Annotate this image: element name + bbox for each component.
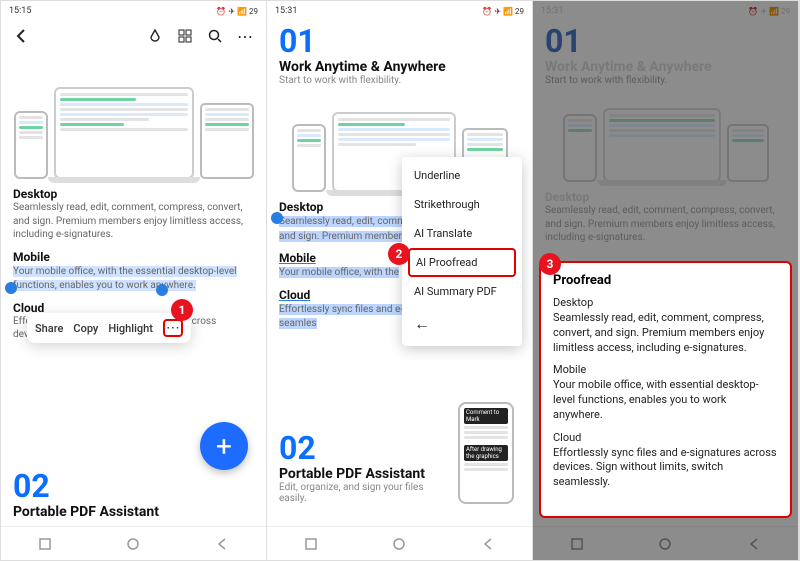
section-02: 02 Portable PDF Assistant Edit, organize… bbox=[279, 432, 442, 510]
section-01-sub: Start to work with flexibility. bbox=[279, 75, 520, 86]
status-bar: 15:15 ⏰ ✈ 📶 29 bbox=[1, 1, 266, 19]
menu-ai-proofread[interactable]: AI Proofread bbox=[408, 248, 516, 277]
phone-panel-2: 15:31 ⏰ ✈ 📶 29 01 Work Anytime & Anywher… bbox=[267, 1, 533, 560]
tablet-mock-icon bbox=[200, 103, 254, 179]
sheet-desktop: DesktopSeamlessly read, edit, comment, c… bbox=[553, 296, 778, 355]
nav-home-icon[interactable] bbox=[124, 535, 142, 553]
big-num-02: 02 bbox=[13, 470, 159, 502]
grid-icon[interactable] bbox=[174, 25, 196, 47]
text-desktop: Seamlessly read, edit, comment, compress… bbox=[13, 201, 254, 242]
popup-copy[interactable]: Copy bbox=[73, 322, 98, 335]
popup-share[interactable]: Share bbox=[35, 322, 63, 335]
section-01-title: Work Anytime & Anywhere bbox=[279, 59, 520, 75]
text-mobile-selected[interactable]: Your mobile office, with the bbox=[279, 267, 399, 278]
nav-recent-icon[interactable] bbox=[36, 535, 54, 553]
menu-back-icon[interactable]: ← bbox=[402, 306, 522, 342]
menu-underline[interactable]: Underline bbox=[402, 161, 522, 190]
selection-popup: Share Copy Highlight ⋯ bbox=[27, 313, 191, 343]
phone-mock-icon bbox=[292, 124, 326, 192]
ink-icon[interactable] bbox=[144, 25, 166, 47]
system-nav bbox=[267, 526, 532, 560]
step-badge-1: 1 bbox=[171, 299, 193, 321]
step-badge-2: 2 bbox=[388, 243, 410, 265]
heading-mobile: Mobile bbox=[13, 250, 254, 264]
selection-dropdown: Underline Strikethrough AI Translate AI … bbox=[402, 157, 522, 346]
app-toolbar: ⋯ bbox=[1, 19, 266, 53]
sheet-title: Proofread bbox=[553, 273, 778, 288]
more-icon[interactable]: ⋯ bbox=[234, 25, 256, 47]
back-icon[interactable] bbox=[11, 25, 33, 47]
menu-ai-translate[interactable]: AI Translate bbox=[402, 219, 522, 248]
nav-back-icon[interactable] bbox=[213, 535, 231, 553]
hero-devices bbox=[13, 59, 254, 179]
document-content: 01 Work Anytime & Anywhere Start to work… bbox=[267, 19, 532, 331]
fab-add-button[interactable]: + bbox=[200, 422, 248, 470]
phone-panel-1: 15:15 ⏰ ✈ 📶 29 ⋯ Desk bbox=[1, 1, 267, 560]
menu-ai-summary[interactable]: AI Summary PDF bbox=[402, 277, 522, 306]
document-content: Desktop Seamlessly read, edit, comment, … bbox=[1, 59, 266, 342]
proofread-sheet: Proofread DesktopSeamlessly read, edit, … bbox=[539, 261, 792, 518]
phone-mock-large-icon: Comment to Mark After drawing the graphi… bbox=[458, 402, 514, 504]
status-icons: ⏰ ✈ 📶 29 bbox=[216, 7, 258, 16]
sheet-cloud: CloudEffortlessly sync files and e-signa… bbox=[553, 431, 778, 490]
nav-recent-icon[interactable] bbox=[302, 535, 320, 553]
section-02: 02 Portable PDF Assistant bbox=[13, 470, 159, 520]
big-num-02: 02 bbox=[279, 432, 442, 464]
section-02-title: Portable PDF Assistant bbox=[13, 504, 159, 520]
phone-panel-3: 15:31 ⏰ ✈ 📶 29 01 Work Anytime & Anywher… bbox=[533, 1, 799, 560]
big-num-01: 01 bbox=[279, 25, 520, 57]
status-icons: ⏰ ✈ 📶 29 bbox=[482, 7, 524, 16]
heading-desktop: Desktop bbox=[13, 187, 254, 201]
search-icon[interactable] bbox=[204, 25, 226, 47]
section-02-sub: Edit, organize, and sign your files easi… bbox=[279, 482, 442, 504]
nav-home-icon[interactable] bbox=[390, 535, 408, 553]
status-time: 15:31 bbox=[275, 6, 297, 16]
status-time: 15:15 bbox=[9, 6, 31, 16]
system-nav bbox=[1, 526, 266, 560]
popup-more-icon[interactable]: ⋯ bbox=[163, 319, 183, 337]
laptop-mock-icon bbox=[54, 87, 194, 179]
menu-strikethrough[interactable]: Strikethrough bbox=[402, 190, 522, 219]
popup-highlight[interactable]: Highlight bbox=[108, 322, 153, 335]
nav-back-icon[interactable] bbox=[479, 535, 497, 553]
sheet-mobile: MobileYour mobile office, with essential… bbox=[553, 363, 778, 422]
status-bar: 15:31 ⏰ ✈ 📶 29 bbox=[267, 1, 532, 19]
phone-mock-icon bbox=[14, 111, 48, 179]
section-02-title: Portable PDF Assistant bbox=[279, 466, 442, 482]
text-mobile-selected[interactable]: Your mobile office, with the essential d… bbox=[13, 266, 237, 292]
step-badge-3: 3 bbox=[539, 253, 561, 275]
